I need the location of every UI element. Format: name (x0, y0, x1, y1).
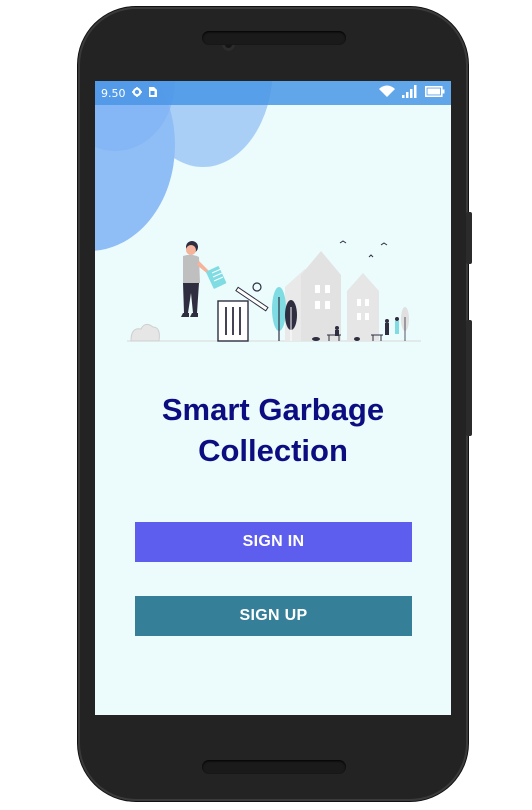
volume-button[interactable] (466, 320, 472, 436)
status-bar: 9.50 (95, 81, 451, 105)
cellular-signal-icon (402, 85, 419, 101)
battery-icon (425, 86, 445, 100)
wifi-icon (378, 85, 396, 101)
bottom-speaker (202, 760, 346, 774)
power-button[interactable] (466, 212, 472, 264)
sign-in-button[interactable]: SIGN IN (135, 522, 412, 562)
status-right (378, 85, 445, 101)
app-title: Smart Garbage Collection (95, 389, 451, 471)
status-time: 9.50 (101, 86, 126, 100)
top-speaker (202, 31, 346, 45)
app-title-line1: Smart Garbage (161, 392, 385, 427)
app-title-line2: Collection (198, 433, 348, 468)
garbage-collection-illustration (127, 240, 421, 342)
settings-icon (131, 86, 142, 100)
sim-card-icon (148, 86, 157, 100)
sign-up-button[interactable]: SIGN UP (135, 596, 412, 636)
app-screen: 9.50 Smart Garbage Collection SIGN IN SI… (95, 81, 451, 715)
